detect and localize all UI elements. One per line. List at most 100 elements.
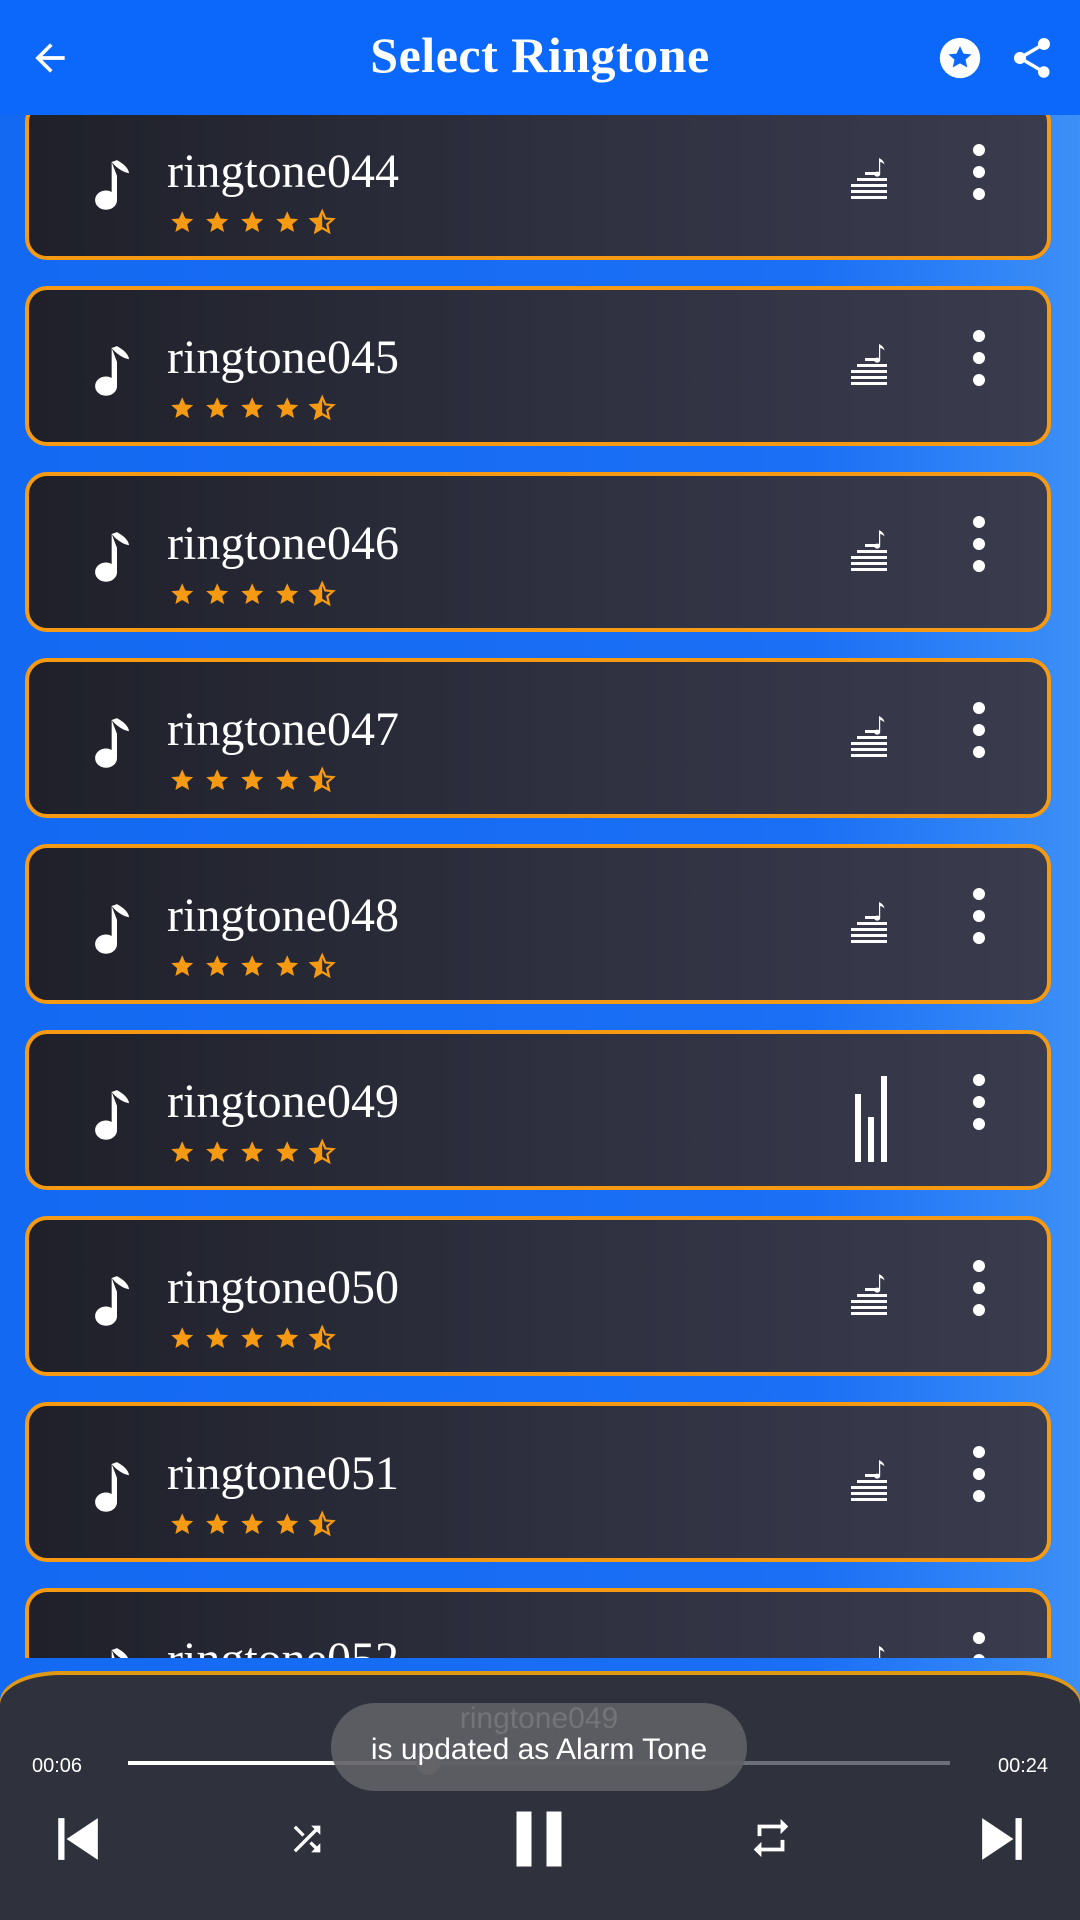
ringtone-card[interactable]: ringtone048 xyxy=(25,844,1051,1004)
star-full-icon xyxy=(206,397,229,418)
shuffle-icon[interactable] xyxy=(284,1819,330,1859)
star-half-icon xyxy=(308,394,336,421)
ringtone-name: ringtone051 xyxy=(167,1447,399,1500)
star-full-icon xyxy=(171,769,194,790)
skip-previous-icon[interactable] xyxy=(52,1813,102,1865)
more-vert-icon[interactable] xyxy=(969,1258,989,1318)
pause-icon[interactable] xyxy=(514,1809,564,1869)
star-full-icon xyxy=(206,583,229,604)
ringtone-name: ringtone049 xyxy=(167,1075,399,1128)
music-note-icon xyxy=(95,904,129,954)
ringtone-list[interactable]: ringtone044 ringtone045 ringtone046 rington… xyxy=(0,115,1080,1658)
rating-stars xyxy=(171,952,336,979)
star-full-icon xyxy=(276,955,299,976)
ringtone-card[interactable]: ringtone046 xyxy=(25,472,1051,632)
repeat-icon[interactable] xyxy=(748,1815,794,1861)
star-full-icon xyxy=(206,955,229,976)
star-full-icon xyxy=(171,1513,194,1534)
star-full-icon xyxy=(241,1513,264,1534)
more-vert-icon[interactable] xyxy=(969,886,989,946)
music-equalizer-icon[interactable] xyxy=(849,900,891,948)
playing-bars-icon xyxy=(855,1076,887,1162)
star-full-icon xyxy=(171,583,194,604)
music-note-icon xyxy=(95,346,129,396)
star-full-icon xyxy=(276,211,299,232)
star-full-icon xyxy=(241,1327,264,1348)
duration-time: 00:24 xyxy=(998,1755,1049,1777)
ringtone-card[interactable]: ringtone051 xyxy=(25,1402,1051,1562)
ringtone-name: ringtone045 xyxy=(167,331,399,384)
star-half-icon xyxy=(308,580,336,607)
star-full-icon xyxy=(171,955,194,976)
rating-stars xyxy=(171,580,336,607)
star-full-icon xyxy=(241,955,264,976)
rating-stars xyxy=(171,1510,336,1537)
elapsed-time: 00:06 xyxy=(32,1755,83,1777)
music-equalizer-icon[interactable] xyxy=(849,342,891,390)
star-half-icon xyxy=(308,1138,336,1165)
ringtone-card[interactable]: ringtone044 xyxy=(25,115,1051,260)
toast-ringtone-name: ringtone049 xyxy=(459,1702,619,1735)
star-half-icon xyxy=(308,1510,336,1537)
star-full-icon xyxy=(171,1141,194,1162)
skip-next-icon[interactable] xyxy=(978,1813,1028,1865)
music-note-icon xyxy=(95,1276,129,1326)
star-full-icon xyxy=(241,1141,264,1162)
star-full-icon xyxy=(206,211,229,232)
more-vert-icon[interactable] xyxy=(969,514,989,574)
music-note-icon xyxy=(95,160,129,210)
star-full-icon xyxy=(276,1513,299,1534)
music-note-icon xyxy=(111,1648,128,1658)
star-full-icon xyxy=(241,769,264,790)
music-note-icon xyxy=(95,1462,129,1512)
ringtone-name: ringtone052 xyxy=(167,1636,399,1659)
rating-stars xyxy=(171,1138,336,1165)
star-circle-icon[interactable] xyxy=(938,36,982,80)
ringtone-name: ringtone048 xyxy=(167,889,399,942)
star-full-icon xyxy=(276,1141,299,1162)
ringtone-name: ringtone050 xyxy=(167,1261,399,1314)
rating-stars xyxy=(171,208,336,235)
star-full-icon xyxy=(241,397,264,418)
star-full-icon xyxy=(206,1513,229,1534)
music-equalizer-icon[interactable] xyxy=(849,1272,891,1320)
page-title: Select Ringtone xyxy=(370,27,710,83)
more-vert-icon[interactable] xyxy=(969,1072,989,1132)
more-vert-icon[interactable] xyxy=(969,142,989,202)
star-full-icon xyxy=(276,397,299,418)
music-equalizer-icon[interactable] xyxy=(849,528,891,576)
ringtone-card[interactable]: ringtone047 xyxy=(25,658,1051,818)
share-icon[interactable] xyxy=(1008,34,1056,82)
music-equalizer-icon[interactable] xyxy=(849,156,891,204)
star-full-icon xyxy=(206,1327,229,1348)
more-vert-icon[interactable] xyxy=(969,1630,989,1658)
ringtone-card[interactable]: ringtone050 xyxy=(25,1216,1051,1376)
music-equalizer-icon[interactable] xyxy=(849,714,891,762)
star-half-icon xyxy=(308,1324,336,1351)
toast-message: ringtone049 is updated as Alarm Tone xyxy=(331,1702,747,1791)
star-half-icon xyxy=(308,766,336,793)
star-full-icon xyxy=(276,583,299,604)
star-full-icon xyxy=(241,211,264,232)
ringtone-name: ringtone047 xyxy=(167,703,399,756)
music-note-icon xyxy=(95,532,129,582)
star-full-icon xyxy=(206,769,229,790)
music-equalizer-icon[interactable] xyxy=(849,1458,891,1506)
ringtone-name: ringtone044 xyxy=(167,145,399,198)
music-note-icon xyxy=(95,1090,129,1140)
music-equalizer-icon[interactable] xyxy=(849,1644,891,1658)
star-full-icon xyxy=(171,1327,194,1348)
more-vert-icon[interactable] xyxy=(969,700,989,760)
ringtone-card[interactable]: ringtone052 xyxy=(25,1588,1051,1658)
more-vert-icon[interactable] xyxy=(969,1444,989,1504)
star-full-icon xyxy=(241,583,264,604)
rating-stars xyxy=(171,766,336,793)
more-vert-icon[interactable] xyxy=(969,328,989,388)
toast-text: is updated as Alarm Tone xyxy=(370,1733,708,1766)
ringtone-name: ringtone046 xyxy=(167,517,399,570)
app-bar: Select Ringtone xyxy=(0,0,1080,115)
ringtone-card[interactable]: ringtone049 xyxy=(25,1030,1051,1190)
rating-stars xyxy=(171,1324,336,1351)
star-full-icon xyxy=(206,1141,229,1162)
ringtone-card[interactable]: ringtone045 xyxy=(25,286,1051,446)
